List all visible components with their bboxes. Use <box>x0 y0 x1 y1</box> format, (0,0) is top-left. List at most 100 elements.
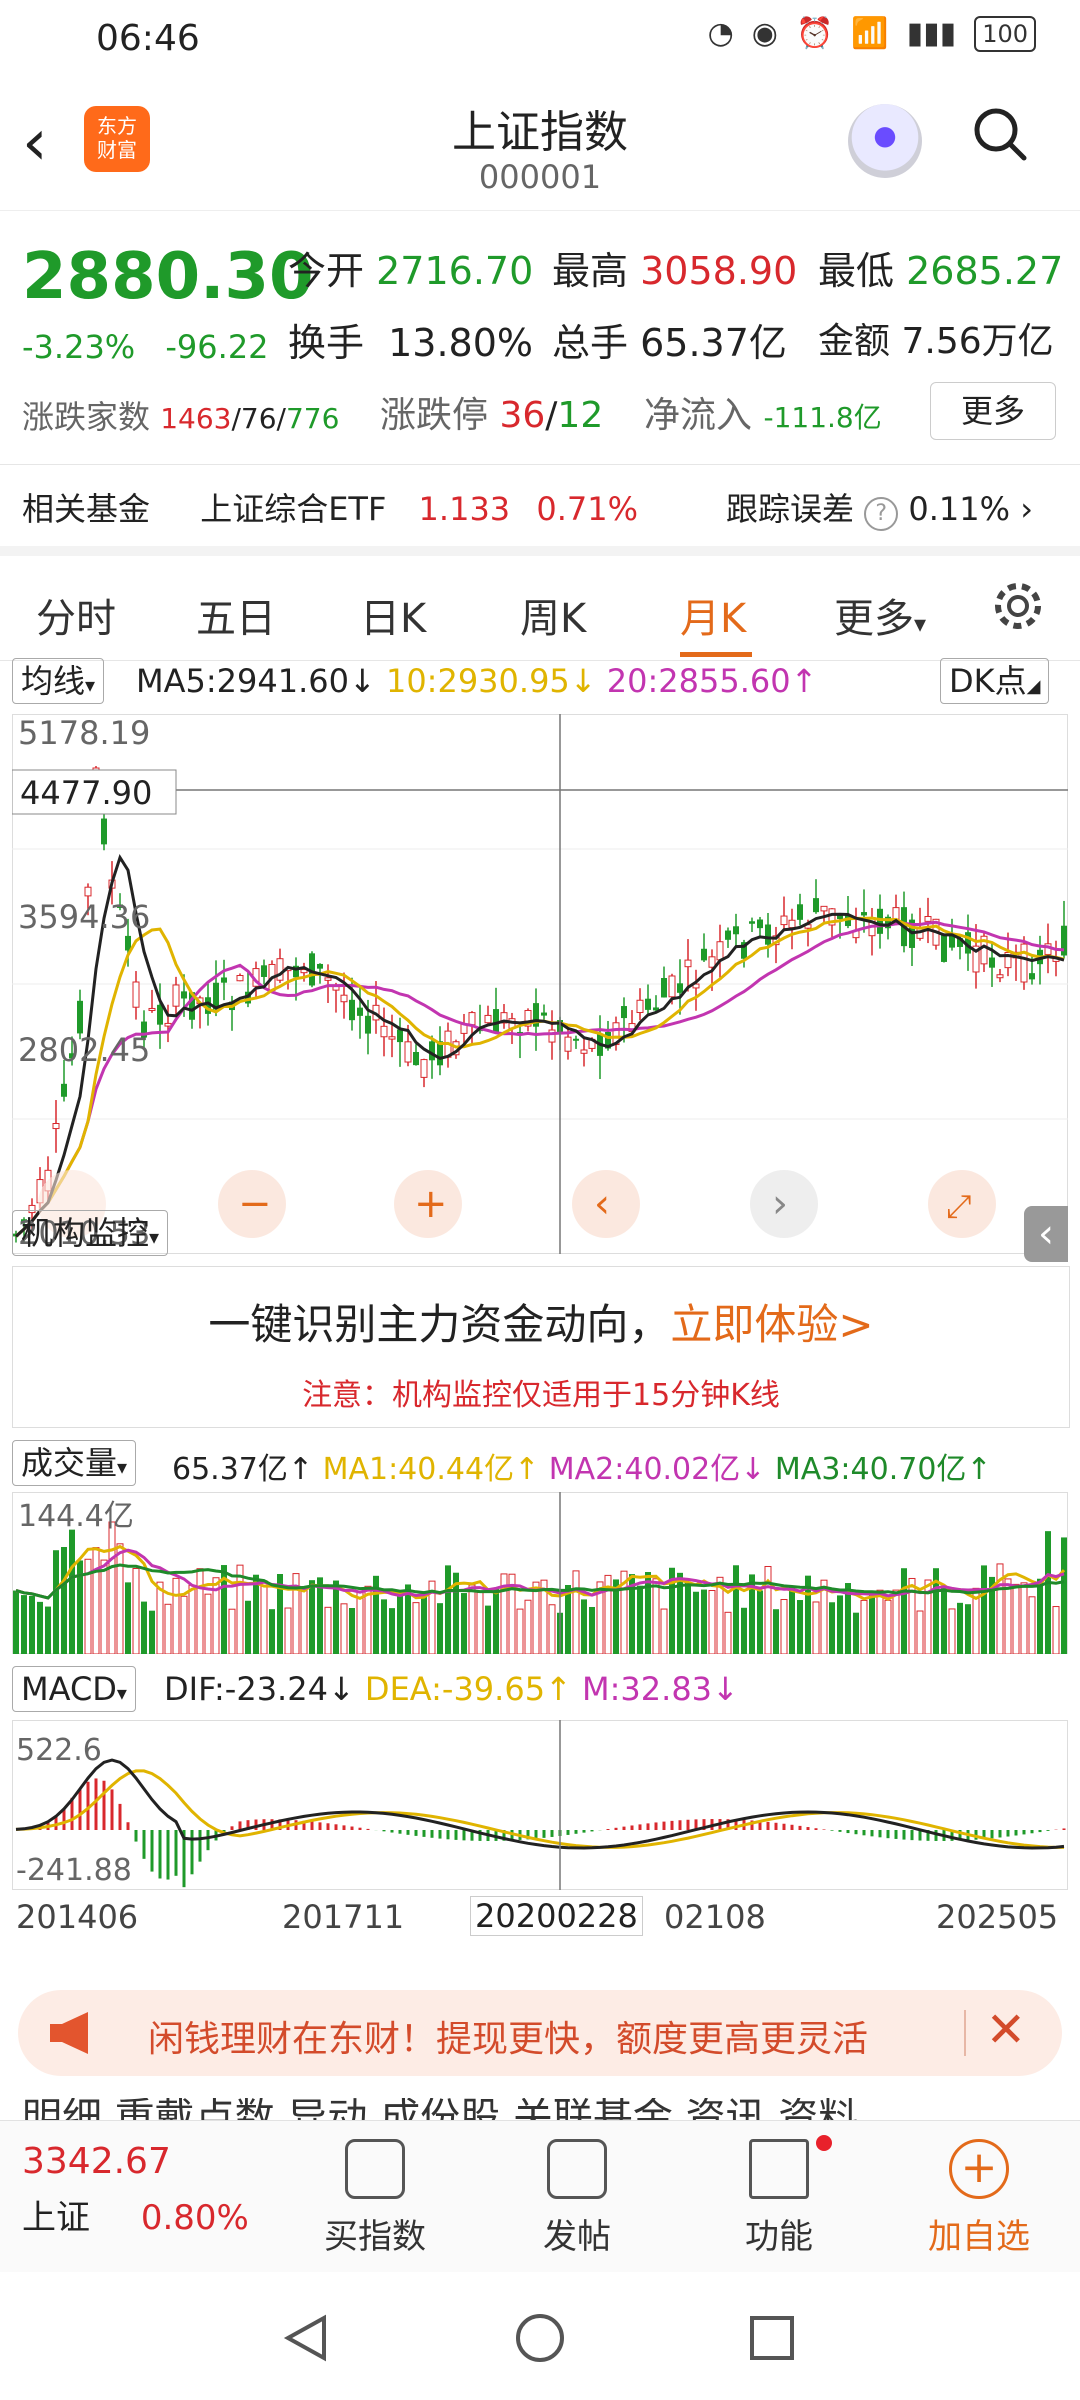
netflow-label: 净流入 <box>644 395 753 436</box>
system-back-icon[interactable] <box>280 2312 332 2364</box>
volume-bar <box>236 1564 244 1654</box>
kline-chart[interactable]: − + ‹ › ⤢ 5178.19 3594.36 2802.45 2010.5… <box>12 714 1068 1254</box>
volume-bar <box>853 1612 859 1654</box>
candle <box>61 1083 67 1097</box>
volume-bar <box>701 1589 707 1654</box>
candle <box>788 919 796 929</box>
macd-y-bottom: -241.88 <box>16 1853 132 1888</box>
system-home-icon[interactable] <box>514 2312 566 2364</box>
volume-bar <box>1061 1537 1067 1654</box>
volume-bar <box>589 1606 595 1654</box>
track-label: 跟踪误差 <box>726 490 855 528</box>
candle <box>820 905 828 912</box>
tab-five-day[interactable]: 五日 <box>196 586 276 644</box>
add-watchlist-button[interactable]: + 加自选 <box>904 2139 1054 2258</box>
inst-monitor-selector[interactable]: 机构监控▾ <box>12 1210 169 1256</box>
collapse-panel-button[interactable]: ‹ <box>1024 1206 1068 1262</box>
volume-bar <box>149 1610 155 1654</box>
candle <box>813 898 819 913</box>
index-price: 2880.30 <box>22 240 314 314</box>
inst-monitor-panel[interactable]: 一键识别主力资金动向，立即体验> 注意：机构监控仅适用于15分钟K线 <box>12 1266 1070 1428</box>
dk-point-button[interactable]: DK点◢ <box>940 658 1050 704</box>
help-icon[interactable]: ? <box>864 497 899 531</box>
macd-selector[interactable]: MACD▾ <box>12 1666 136 1712</box>
search-icon[interactable] <box>972 106 1028 162</box>
ma-selector[interactable]: 均线▾ <box>12 658 105 704</box>
volume-bar <box>125 1582 131 1654</box>
volume-bar <box>524 1599 532 1654</box>
volume-bar <box>773 1609 779 1654</box>
volume-bar <box>300 1589 308 1654</box>
system-nav <box>0 2272 1080 2400</box>
tracking-error[interactable]: 跟踪误差 ? 0.11% › <box>726 484 1033 531</box>
candle <box>1029 973 1035 980</box>
volume-bar <box>884 1599 892 1654</box>
x-label-2: 201711 <box>282 1898 405 1936</box>
inst-chip-label: 机构监控 <box>21 1214 150 1252</box>
related-fund-row[interactable]: 相关基金 上证综合ETF 1.133 0.71% <box>22 484 638 530</box>
candle <box>404 1041 412 1063</box>
macd-m: M:32.83 <box>582 1670 713 1708</box>
more-stats-button[interactable]: 更多 <box>930 382 1056 440</box>
system-recents-icon[interactable] <box>746 2312 798 2364</box>
chart-area: 均线▾ MA5:2941.60↓ 10:2930.95↓ 20:2855.60↑… <box>0 650 1080 1980</box>
ticker-pct: 0.80% <box>140 2198 249 2238</box>
volume-bar <box>61 1547 67 1654</box>
signal-icon: ▮▮▮ <box>906 16 957 51</box>
bottom-nav: 3342.67 上证 0.80% 买指数 发帖 功能 + 加自选 <box>0 2120 1080 2273</box>
volume-y-label: 144.4亿 <box>18 1499 134 1534</box>
functions-button[interactable]: 功能 <box>704 2135 854 2258</box>
volume-bar <box>92 1547 100 1654</box>
tab-intraday[interactable]: 分时 <box>36 586 116 644</box>
volume-chip-label: 成交量 <box>21 1444 118 1482</box>
speed-icon: ◔ <box>707 16 734 51</box>
inst-try-link[interactable]: 立即体验> <box>670 1300 873 1349</box>
inst-headline: 一键识别主力资金动向，立即体验> <box>13 1291 1069 1352</box>
close-icon[interactable]: ✕ <box>986 2002 1026 2058</box>
volume-bar <box>204 1593 212 1654</box>
tab-weekly-k[interactable]: 周K <box>520 586 586 644</box>
tab-monthly-k[interactable]: 月K <box>680 586 746 644</box>
volume-bar <box>1004 1578 1012 1654</box>
eye-icon: ◉ <box>751 16 778 51</box>
chevron-left-icon: ‹ <box>594 1181 610 1227</box>
volume-bar <box>652 1578 660 1654</box>
volume-chart[interactable]: 144.4亿 <box>12 1492 1068 1654</box>
candle <box>157 1004 163 1025</box>
turnover-stat: 换手 13.80% <box>288 312 533 367</box>
candle <box>324 977 332 981</box>
volume-selector[interactable]: 成交量▾ <box>12 1440 137 1486</box>
promo-banner[interactable]: 闲钱理财在东财！提现更快，额度更高更灵活 ✕ <box>18 1990 1062 2076</box>
volume-legend: 65.37亿↑ MA1:40.44亿↑ MA2:40.02亿↓ MA3:40.7… <box>172 1452 992 1487</box>
assistant-avatar[interactable] <box>848 104 922 178</box>
change-percent: -3.23% <box>22 328 136 366</box>
volume-bar <box>957 1602 963 1654</box>
tab-more[interactable]: 更多▾ <box>834 586 926 644</box>
post-button[interactable]: 发帖 <box>502 2139 652 2258</box>
volume-bar <box>108 1521 116 1654</box>
candle <box>677 983 683 993</box>
gear-icon[interactable] <box>990 578 1046 634</box>
candle <box>668 975 676 998</box>
volume-bar <box>37 1601 43 1654</box>
buy-index-button[interactable]: 买指数 <box>300 2139 450 2258</box>
netflow-value: -111.8亿 <box>763 401 882 434</box>
breadth-stat: 涨跌家数 1463/76/776 <box>22 398 340 436</box>
tab-more-label: 更多 <box>834 596 914 642</box>
volume-bar <box>324 1606 332 1654</box>
x-label-4: 02108 <box>664 1898 766 1936</box>
index-ticker[interactable]: 3342.67 上证 0.80% <box>22 2141 249 2239</box>
volume-bar <box>412 1602 420 1654</box>
candle <box>468 1012 476 1026</box>
macd-dea: DEA:-39.65 <box>364 1670 546 1708</box>
tab-daily-k[interactable]: 日K <box>360 586 426 644</box>
macd-chart[interactable]: 522.6 -241.88 <box>12 1720 1068 1890</box>
sub-tabs-peek[interactable]: 明细 重戴点数 异动 成份股 关联基金 资讯 资料 <box>22 2098 858 2122</box>
volume-bar <box>941 1587 947 1654</box>
volume-bar <box>141 1601 147 1654</box>
candle <box>365 1015 371 1034</box>
edit-icon <box>547 2139 607 2199</box>
candle <box>701 948 707 961</box>
battery-icon: 100 <box>974 16 1036 52</box>
candle <box>780 915 788 926</box>
